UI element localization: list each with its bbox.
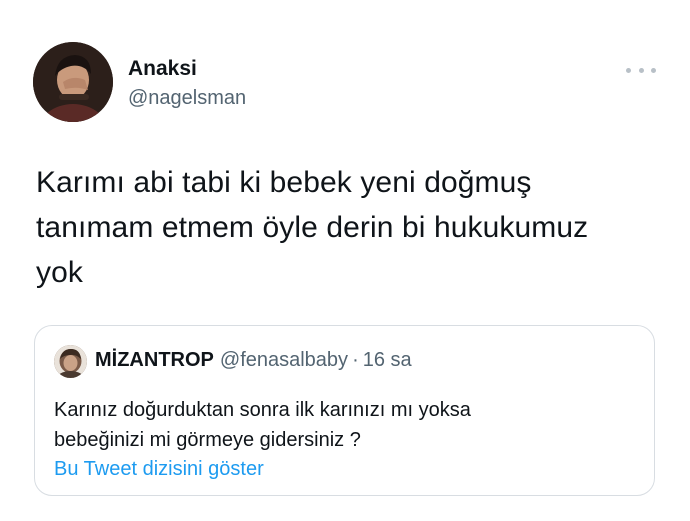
tweet-text-line: tanımam etmem öyle derin bi hukukumuz: [36, 211, 589, 244]
author-avatar[interactable]: [33, 42, 113, 122]
quoted-tweet-text-line: Karınız doğurduktan sonra ilk karınızı m…: [54, 399, 471, 421]
quoted-tweet-time[interactable]: 16 sa: [363, 349, 412, 371]
author-handle[interactable]: @nagelsman: [128, 87, 246, 110]
more-horizontal-icon[interactable]: [626, 64, 656, 76]
tweet-text: Karımı abi tabi ki bebek yeni doğmuş tan…: [36, 160, 666, 295]
quoted-author-handle[interactable]: @fenasalbaby: [220, 349, 348, 371]
author-avatar-image: [33, 42, 113, 122]
show-thread-link[interactable]: Bu Tweet dizisini göster: [54, 458, 264, 481]
quoted-author-avatar[interactable]: [54, 345, 87, 378]
quoted-tweet-card[interactable]: MİZANTROP @fenasalbaby · 16 sa Karınız doğu…: [34, 325, 655, 496]
header-separator: ·: [352, 349, 359, 371]
tweet-text-line: Karımı abi tabi ki bebek yeni doğmuş: [36, 166, 532, 199]
quoted-tweet-text: Karınız doğurduktan sonra ilk karınızı m…: [54, 395, 634, 455]
tweet-text-line: yok: [36, 256, 83, 289]
more-dot: [626, 67, 631, 73]
more-dot: [638, 67, 644, 73]
author-name[interactable]: Anaksi: [128, 57, 197, 81]
more-dot: [651, 67, 656, 73]
quoted-author-avatar-image: [54, 345, 87, 378]
quoted-tweet-text-line: bebeğinizi mi görmeye gidersiniz ?: [54, 429, 361, 451]
tweet-card: Anaksi @nagelsman Karımı abi tabi ki beb…: [0, 0, 690, 521]
quoted-tweet-header: MİZANTROP @fenasalbaby · 16 sa: [95, 349, 412, 372]
quoted-author-name[interactable]: MİZANTROP: [95, 349, 214, 371]
